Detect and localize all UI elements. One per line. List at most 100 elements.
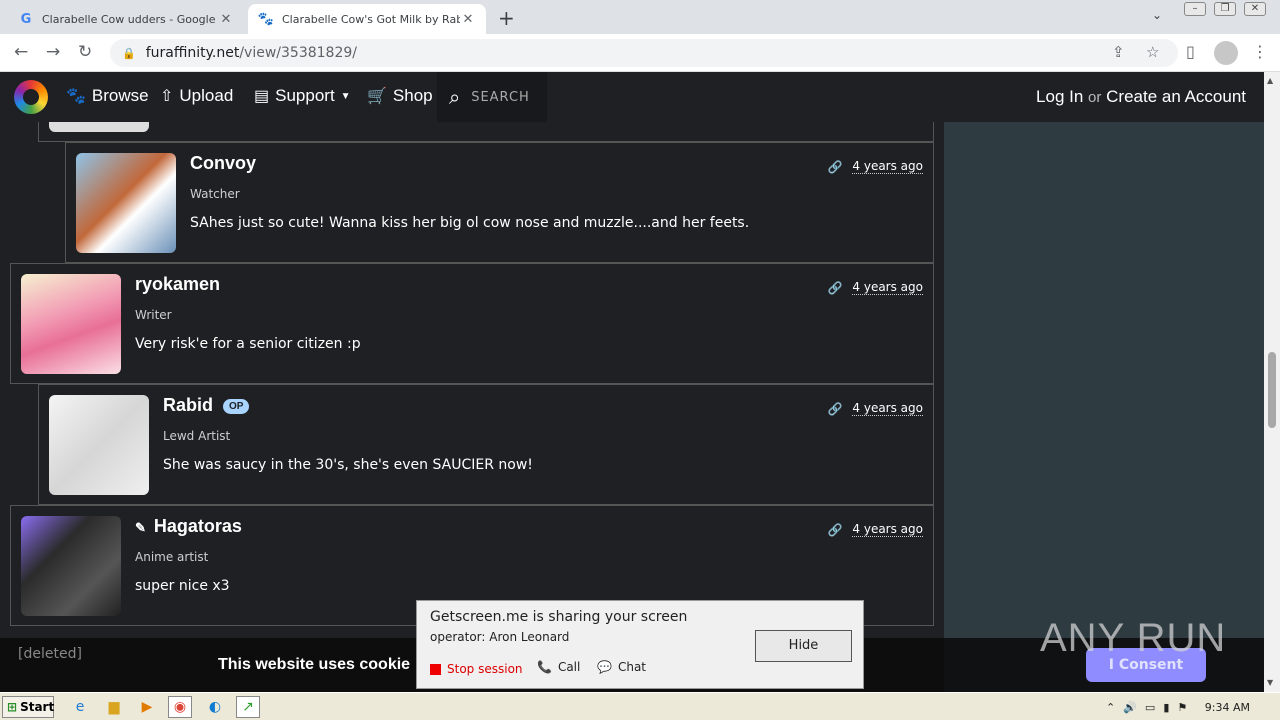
- google-icon: G: [20, 11, 32, 27]
- back-icon[interactable]: ←: [14, 42, 28, 62]
- restore-icon[interactable]: ❐: [1214, 2, 1236, 16]
- popup-title: Getscreen.me is sharing your screen: [430, 609, 688, 625]
- comment-timestamp[interactable]: 4 years ago: [852, 280, 923, 295]
- create-account-link[interactable]: Create an Account: [1106, 87, 1246, 106]
- comment-meta: 🔗 4 years ago: [827, 159, 923, 174]
- furaffinity-logo[interactable]: [14, 80, 48, 114]
- media-player-icon[interactable]: ▶: [135, 696, 159, 718]
- tab-google-search[interactable]: G Clarabelle Cow udders - Google Sear ✕: [8, 4, 244, 34]
- share-icon[interactable]: ⇪: [1112, 43, 1125, 61]
- op-badge: OP: [223, 398, 250, 414]
- edge-icon[interactable]: ◐: [203, 696, 227, 718]
- link-icon[interactable]: 🔗: [827, 281, 842, 295]
- power-icon[interactable]: ▮: [1163, 701, 1169, 714]
- stop-icon: [430, 663, 441, 675]
- chat-button[interactable]: 💬 Chat: [597, 660, 646, 674]
- network-icon[interactable]: ▭: [1145, 701, 1155, 714]
- comment-meta: 🔗 4 years ago: [827, 522, 923, 537]
- nav-support[interactable]: ▤ Support ▼: [254, 86, 351, 106]
- screen-share-popup: Getscreen.me is sharing your screen oper…: [416, 600, 864, 689]
- cookie-message: This website uses cookie: [218, 656, 411, 673]
- search-icon: ⌕: [449, 85, 462, 109]
- close-tab-icon[interactable]: ✕: [460, 12, 476, 27]
- comment-avatar[interactable]: [49, 395, 149, 495]
- nav-shop[interactable]: 🛒 Shop: [367, 86, 433, 106]
- flag-icon[interactable]: ⚑: [1177, 701, 1187, 714]
- comment-meta: 🔗 4 years ago: [827, 401, 923, 416]
- comment-meta: 🔗 4 years ago: [827, 280, 923, 295]
- tab-title: Clarabelle Cow's Got Milk by Rabid --: [282, 12, 460, 26]
- comment-user-title: Lewd Artist: [163, 429, 231, 443]
- comment-timestamp[interactable]: 4 years ago: [852, 159, 923, 174]
- url-path: /view/35381829/: [239, 45, 357, 61]
- scroll-up-icon[interactable]: ▲: [1267, 76, 1273, 85]
- link-icon[interactable]: 🔗: [827, 402, 842, 416]
- comment-avatar[interactable]: [21, 516, 121, 616]
- start-button[interactable]: ⊞ Start: [2, 696, 54, 718]
- comment-user-title: Writer: [135, 308, 172, 322]
- comment-username-row: ✎ Hagatoras: [135, 516, 242, 537]
- system-tray: ⌃ 🔊 ▭ ▮ ⚑ 9:34 AM: [1100, 695, 1280, 719]
- volume-icon[interactable]: 🔊: [1123, 701, 1137, 714]
- new-tab-icon[interactable]: +: [498, 6, 515, 30]
- bookmark-star-icon[interactable]: ☆: [1146, 43, 1159, 61]
- tray-expand-icon[interactable]: ⌃: [1106, 701, 1115, 714]
- comment-username[interactable]: Hagatoras: [154, 516, 242, 536]
- menu-icon[interactable]: ⋮: [1252, 42, 1268, 61]
- nav-browse-label: Browse: [91, 86, 149, 105]
- nav-support-label: Support: [275, 86, 335, 105]
- ie-icon[interactable]: e: [68, 696, 92, 718]
- link-icon[interactable]: 🔗: [827, 160, 842, 174]
- nav-browse[interactable]: 🐾 Browse: [66, 86, 149, 106]
- chrome-icon[interactable]: ◉: [168, 696, 192, 718]
- page-scrollbar[interactable]: ▲ ▼: [1264, 72, 1280, 692]
- hide-button[interactable]: Hide: [755, 630, 852, 662]
- comment-user-title: Watcher: [190, 187, 240, 201]
- call-label: Call: [557, 660, 581, 674]
- minimize-icon[interactable]: –: [1184, 2, 1206, 16]
- comment-username[interactable]: ryokamen: [135, 274, 220, 295]
- nav-upload[interactable]: ⇧ Upload: [160, 86, 233, 106]
- page-viewport: Convoy Watcher SAhes just so cute! Wanna…: [0, 72, 1264, 692]
- comment-item: Convoy Watcher SAhes just so cute! Wanna…: [65, 142, 934, 263]
- call-button[interactable]: 📞 Call: [537, 660, 580, 674]
- address-bar[interactable]: 🔒 furaffinity.net/view/35381829/ ⇪ ☆: [110, 39, 1178, 67]
- phone-icon: 📞: [537, 660, 552, 674]
- comment-avatar[interactable]: [76, 153, 176, 253]
- link-icon[interactable]: 🔗: [827, 523, 842, 537]
- login-link[interactable]: Log In: [1036, 87, 1083, 106]
- tab-furaffinity[interactable]: 🐾 Clarabelle Cow's Got Milk by Rabid -- …: [248, 4, 486, 34]
- paw-icon: 🐾: [257, 11, 275, 27]
- comment-timestamp[interactable]: 4 years ago: [852, 401, 923, 416]
- profile-avatar-icon[interactable]: [1214, 41, 1238, 65]
- close-tab-icon[interactable]: ✕: [218, 12, 234, 27]
- site-search-button[interactable]: ⌕ SEARCH: [437, 72, 547, 122]
- comment-item: Rabid OP Lewd Artist She was saucy in the…: [38, 384, 934, 505]
- chat-icon: 💬: [597, 660, 612, 674]
- reload-icon[interactable]: ↻: [78, 42, 92, 62]
- comment-avatar[interactable]: [21, 274, 121, 374]
- side-panel-icon[interactable]: ▯: [1186, 42, 1195, 61]
- comment-text: Very risk'e for a senior citizen :p: [135, 336, 361, 352]
- comment-timestamp[interactable]: 4 years ago: [852, 522, 923, 537]
- search-label: SEARCH: [471, 89, 530, 105]
- url-host: furaffinity.net: [145, 45, 240, 61]
- getscreen-icon[interactable]: ↗: [236, 696, 260, 718]
- close-window-icon[interactable]: ✕: [1244, 2, 1266, 16]
- nav-upload-label: Upload: [179, 86, 234, 105]
- forward-icon[interactable]: →: [46, 42, 60, 62]
- comment-username[interactable]: Convoy: [190, 153, 256, 174]
- tab-search-chevron-icon[interactable]: ⌄: [1152, 8, 1162, 22]
- url-text: furaffinity.net/view/35381829/: [146, 45, 357, 61]
- scroll-thumb[interactable]: [1268, 352, 1276, 428]
- paw-icon: 🐾: [66, 88, 86, 105]
- folder-icon[interactable]: ▆: [102, 696, 126, 718]
- clock[interactable]: 9:34 AM: [1205, 701, 1250, 714]
- browser-tab-strip: G Clarabelle Cow udders - Google Sear ✕ …: [0, 0, 1280, 34]
- chevron-down-icon: ▼: [340, 90, 351, 102]
- comment-username[interactable]: Rabid: [163, 395, 213, 415]
- scroll-down-icon[interactable]: ▼: [1267, 678, 1273, 687]
- comment-user-title: Anime artist: [135, 550, 209, 564]
- stop-session-link[interactable]: Stop session: [430, 662, 523, 676]
- auth-or: or: [1088, 89, 1102, 106]
